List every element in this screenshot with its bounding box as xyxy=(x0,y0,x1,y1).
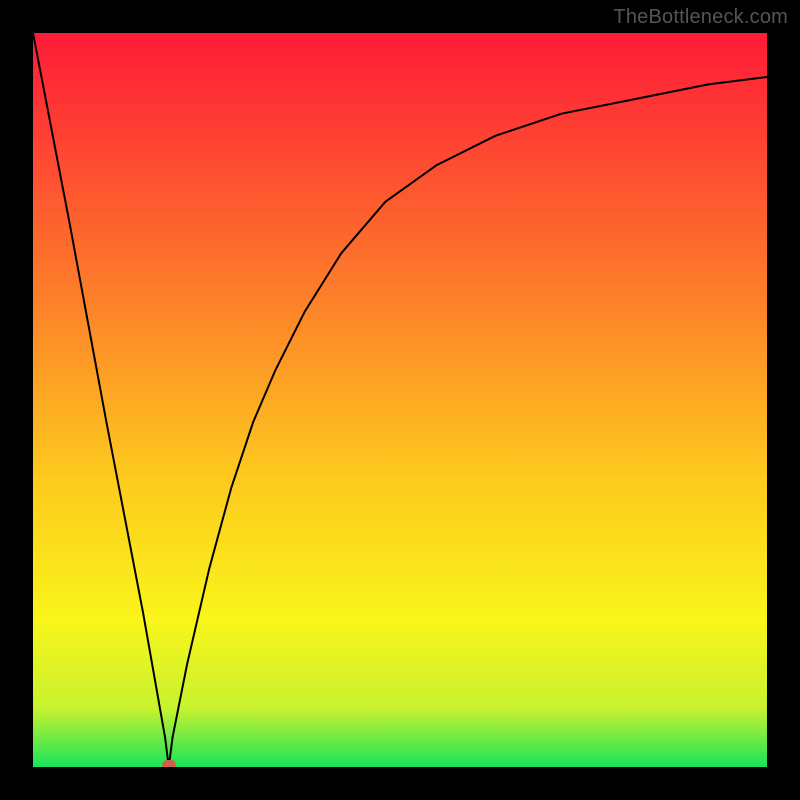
chart-frame: TheBottleneck.com xyxy=(0,0,800,800)
minimum-marker xyxy=(162,760,176,767)
attribution-text: TheBottleneck.com xyxy=(613,6,788,29)
plot-svg xyxy=(33,33,767,767)
gradient-background xyxy=(33,33,767,767)
plot-area xyxy=(33,33,767,767)
